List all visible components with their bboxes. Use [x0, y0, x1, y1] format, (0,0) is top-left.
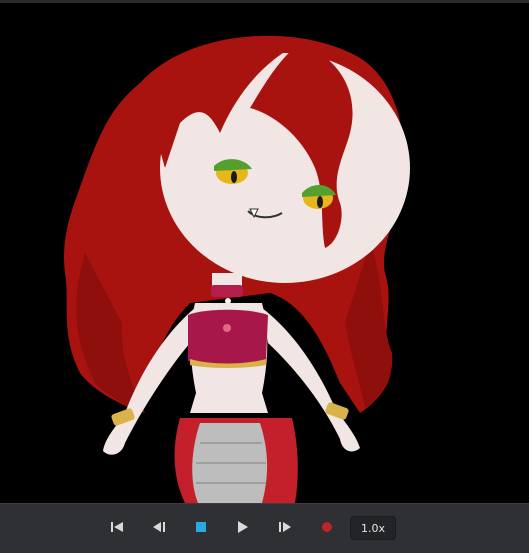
animation-viewport: [0, 0, 529, 503]
playback-speed-button[interactable]: 1.0x: [350, 516, 396, 540]
skip-to-start-icon: [110, 521, 124, 533]
record-button[interactable]: [318, 516, 336, 538]
step-back-icon: [152, 521, 166, 533]
step-forward-button[interactable]: [276, 516, 294, 538]
record-icon: [321, 521, 333, 533]
top-garment: [188, 309, 268, 364]
step-back-button[interactable]: [150, 516, 168, 538]
play-icon: [237, 521, 249, 533]
step-forward-icon: [278, 521, 292, 533]
character-illustration: [64, 35, 410, 503]
play-button[interactable]: [234, 516, 252, 538]
stop-button[interactable]: [192, 516, 210, 538]
skip-to-start-button[interactable]: [108, 516, 126, 538]
playback-speed-label: 1.0x: [360, 521, 385, 535]
stop-icon: [196, 522, 206, 532]
playback-toolbar: 1.0x: [0, 503, 529, 553]
choker: [211, 285, 243, 297]
